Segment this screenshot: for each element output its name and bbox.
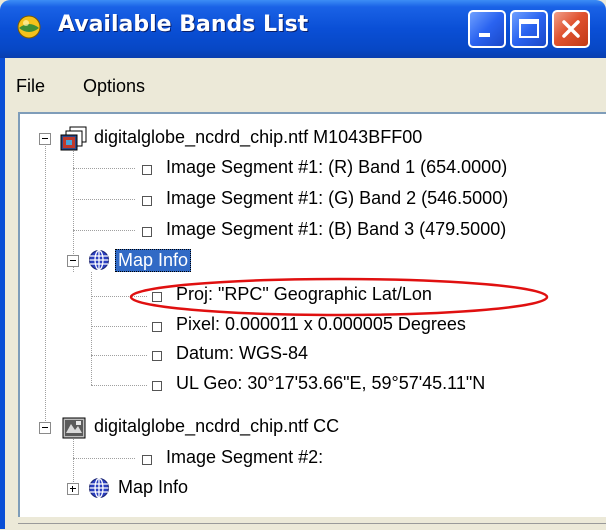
status-strip bbox=[5, 517, 606, 530]
close-button[interactable] bbox=[552, 10, 590, 48]
map-info-2-label: Map Info bbox=[118, 477, 189, 497]
leaf-bullet bbox=[152, 351, 162, 361]
band-label: Image Segment #1: (B) Band 3 (479.5000) bbox=[166, 219, 507, 239]
pixel-label: Pixel: 0.000011 x 0.000005 Degrees bbox=[176, 314, 466, 334]
leaf-bullet bbox=[142, 227, 152, 237]
envi-app-icon bbox=[17, 15, 41, 39]
tree-connector bbox=[91, 355, 147, 356]
grayscale-image-icon bbox=[62, 417, 86, 439]
tree-connector bbox=[91, 326, 147, 327]
ul-geo-label: UL Geo: 30°17'53.66"E, 59°57'45.11"N bbox=[176, 373, 486, 393]
menu-bar: File Options bbox=[5, 58, 606, 108]
segment-label: Image Segment #2: bbox=[166, 447, 324, 467]
minimize-button[interactable] bbox=[468, 10, 506, 48]
window-title: Available Bands List bbox=[58, 12, 309, 37]
band-label: Image Segment #1: (R) Band 1 (654.0000) bbox=[166, 157, 508, 177]
tree-connector bbox=[73, 431, 74, 488]
menu-file[interactable]: File bbox=[16, 76, 45, 97]
maximize-icon bbox=[519, 19, 539, 38]
tree-connector bbox=[91, 296, 147, 297]
expand-toggle[interactable] bbox=[67, 483, 79, 495]
datum-label: Datum: WGS-84 bbox=[176, 343, 309, 363]
tree-connector bbox=[91, 385, 147, 386]
minimize-icon bbox=[479, 33, 490, 37]
collapse-toggle[interactable] bbox=[39, 133, 51, 145]
tree-connector bbox=[73, 458, 135, 459]
bands-tree-view[interactable]: digitalglobe_ncdrd_chip.ntf M1043BFF00 I… bbox=[18, 112, 606, 517]
multi-band-image-icon bbox=[60, 126, 87, 151]
menu-options[interactable]: Options bbox=[83, 76, 145, 97]
leaf-bullet bbox=[142, 455, 152, 465]
available-bands-window: Available Bands List File Options digita… bbox=[0, 0, 606, 530]
maximize-button[interactable] bbox=[510, 10, 548, 48]
file1-label: digitalglobe_ncdrd_chip.ntf M1043BFF00 bbox=[94, 127, 423, 147]
leaf-bullet bbox=[142, 165, 152, 175]
tree-connector bbox=[73, 168, 135, 169]
close-icon bbox=[562, 20, 580, 38]
title-bar[interactable]: Available Bands List bbox=[0, 0, 606, 58]
leaf-bullet bbox=[152, 322, 162, 332]
tree-connector bbox=[73, 199, 135, 200]
file2-label: digitalglobe_ncdrd_chip.ntf CC bbox=[94, 416, 340, 436]
leaf-bullet bbox=[152, 381, 162, 391]
leaf-bullet bbox=[142, 196, 152, 206]
band-label: Image Segment #1: (G) Band 2 (546.5000) bbox=[166, 188, 509, 208]
tree-connector bbox=[45, 146, 46, 431]
tree-connector bbox=[73, 230, 135, 231]
tree-connector bbox=[73, 146, 74, 272]
map-info-label: Map Info bbox=[115, 249, 192, 272]
globe-icon bbox=[89, 477, 109, 499]
collapse-toggle[interactable] bbox=[67, 255, 79, 267]
window-frame-left bbox=[0, 58, 5, 529]
leaf-bullet bbox=[152, 292, 162, 302]
globe-icon bbox=[89, 249, 109, 271]
collapse-toggle[interactable] bbox=[39, 422, 51, 434]
tree-connector bbox=[91, 272, 92, 385]
proj-label: Proj: "RPC" Geographic Lat/Lon bbox=[176, 284, 432, 304]
